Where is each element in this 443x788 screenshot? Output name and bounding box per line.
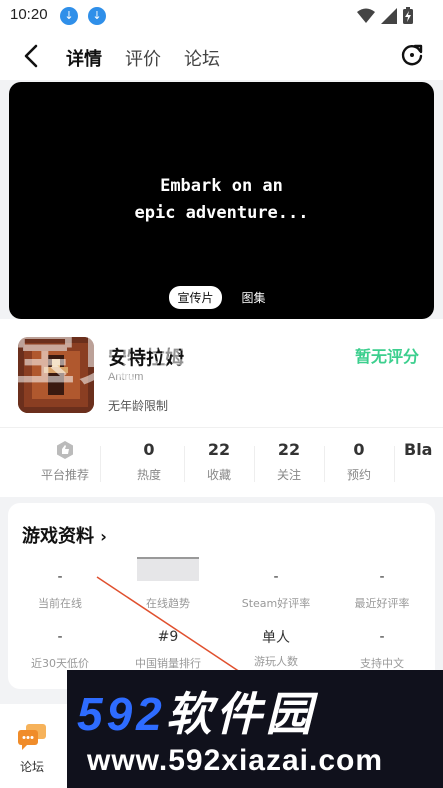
age-rating: 无年龄限制: [108, 399, 169, 413]
banner-number: 592: [77, 688, 166, 740]
data-label: Steam好评率: [241, 597, 311, 610]
trailer-caption-line2: epic adventure...: [134, 203, 309, 223]
download-icon: ↓: [60, 7, 78, 25]
status-bar: 10:20 ↓ ↓: [0, 0, 443, 32]
refresh-icon[interactable]: [399, 42, 425, 68]
data-current-online: - 当前在线: [8, 569, 112, 611]
game-data-heading[interactable]: 游戏资料 ›: [22, 522, 107, 548]
data-label: 支持中文: [360, 657, 404, 670]
top-nav: 详情 评价 论坛: [0, 32, 443, 80]
chat-bubble-icon: [18, 724, 46, 750]
banner-brand: 软件园: [165, 688, 316, 740]
chevron-right-icon: ›: [100, 527, 107, 546]
data-label: 当前在线: [38, 597, 82, 610]
data-online-trend[interactable]: 在线趋势: [116, 557, 220, 611]
data-chinese-support: - 支持中文: [330, 629, 434, 671]
game-info: 安特拉姆 Antrum 无年龄限制 暂无评分: [0, 319, 443, 427]
data-value: -: [379, 629, 385, 645]
data-value: -: [57, 629, 63, 645]
download-icon-2: ↓: [88, 7, 106, 25]
status-time: 10:20: [10, 6, 48, 23]
wifi-icon: [357, 8, 375, 23]
trailer-caption-line1: Embark on an: [160, 176, 283, 196]
game-icon: [18, 337, 94, 413]
stat-favorites: 22 收藏: [184, 440, 255, 483]
data-value: -: [57, 569, 63, 585]
data-label: 游玩人数: [254, 655, 298, 668]
banner-logo: 592软件园: [77, 678, 316, 744]
data-recent-rating: - 最近好评率: [330, 569, 434, 611]
tab-forum[interactable]: 论坛: [184, 45, 220, 71]
stat-heat: 0 热度: [114, 440, 185, 483]
media-tab-gallery[interactable]: 图集: [234, 286, 274, 309]
signal-icon: [381, 7, 397, 24]
game-data-card: 游戏资料 › - 当前在线 在线趋势 - Steam好评率 - 最近好评率 - …: [8, 503, 435, 689]
forum-label: 论坛: [19, 760, 44, 774]
stat-reservations: 0 预约: [324, 440, 395, 483]
data-value: -: [273, 569, 279, 585]
stat-platform-recommend[interactable]: 平台推荐: [30, 440, 101, 483]
stat-value: 0: [353, 440, 365, 459]
game-subtitle: Antrum: [108, 371, 144, 383]
stat-label: 关注: [276, 468, 301, 482]
media-tab-trailer[interactable]: 宣传片: [169, 286, 222, 309]
stats-bar: 平台推荐 0 热度 22 收藏 22 关注 0 预约 Bla: [0, 427, 443, 497]
trend-sparkline: [137, 557, 199, 581]
watermark-banner: 592软件园 www.592xiazai.com: [67, 670, 443, 788]
trailer-video[interactable]: Embark on an epic adventure... 宣传片 图集: [9, 82, 434, 319]
stat-value: Bla: [404, 440, 433, 459]
data-label: 在线趋势: [146, 597, 190, 610]
stat-label: 热度: [136, 468, 161, 482]
recommend-icon: [57, 441, 73, 459]
data-label: 最近好评率: [354, 597, 410, 610]
tab-reviews[interactable]: 评价: [125, 45, 161, 71]
data-value: 单人: [262, 630, 290, 646]
data-value: -: [379, 569, 385, 585]
stat-follows: 22 关注: [254, 440, 325, 483]
tab-details[interactable]: 详情: [66, 45, 102, 71]
stat-overflow: Bla: [404, 440, 443, 460]
data-steam-rating: - Steam好评率: [224, 569, 328, 611]
data-value: #9: [157, 629, 179, 645]
banner-url: www.592xiazai.com: [87, 744, 384, 777]
stat-value: 22: [207, 440, 231, 459]
data-30day-low-price: - 近30天低价: [8, 629, 112, 671]
back-arrow-icon[interactable]: [18, 42, 46, 70]
score-label: 暂无评分: [354, 347, 419, 366]
data-player-count: 单人 游玩人数: [224, 627, 328, 669]
game-title: 安特拉姆: [108, 347, 185, 369]
stat-value: 0: [143, 440, 155, 459]
stat-value: 22: [277, 440, 301, 459]
stat-label: 预约: [346, 468, 371, 482]
game-data-heading-text: 游戏资料: [22, 526, 94, 547]
battery-icon: [403, 7, 413, 24]
stat-label: 平台推荐: [40, 468, 89, 482]
forum-button[interactable]: 论坛: [14, 724, 50, 775]
stat-label: 收藏: [206, 468, 231, 482]
data-label: 近30天低价: [31, 657, 89, 670]
data-china-sales-rank: #9 中国销量排行: [116, 629, 220, 671]
data-label: 中国销量排行: [135, 657, 201, 670]
